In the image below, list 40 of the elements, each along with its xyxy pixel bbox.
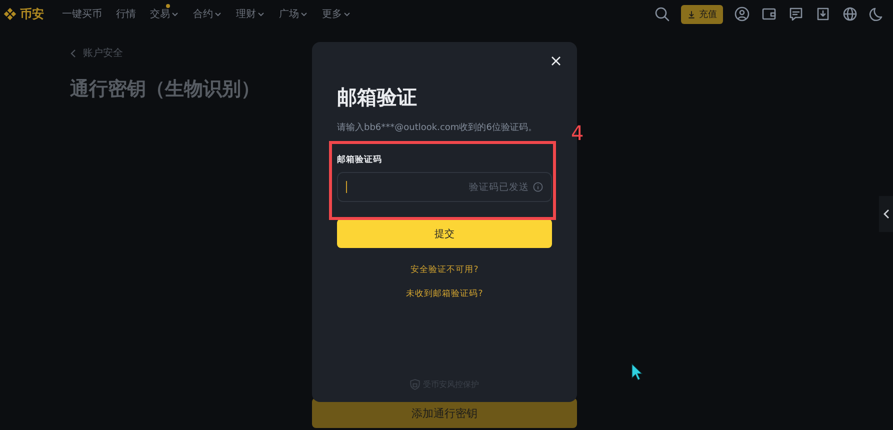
download-icon — [687, 10, 696, 18]
back-icon[interactable] — [70, 48, 77, 58]
deposit-button[interactable]: 充值 — [681, 4, 723, 24]
logo-icon[interactable] — [3, 7, 17, 21]
field-label: 邮箱验证码 — [337, 154, 383, 166]
submit-button[interactable]: 提交 — [337, 219, 552, 248]
info-icon[interactable] — [533, 182, 543, 192]
wallet-icon[interactable] — [761, 6, 777, 22]
user-icon[interactable] — [734, 6, 750, 22]
nav-item[interactable]: 广场 — [279, 7, 308, 21]
cursor-icon — [631, 363, 643, 381]
chevron-down-icon — [343, 10, 351, 18]
code-input-field[interactable]: 验证码已发送 — [337, 172, 552, 202]
chevron-down-icon — [300, 10, 308, 18]
nav-item[interactable]: 更多 — [322, 7, 351, 21]
annotation-number: 4 — [571, 121, 584, 145]
globe-icon[interactable] — [842, 6, 858, 22]
chevron-down-icon — [214, 10, 222, 18]
nav-item[interactable]: 行情 — [116, 7, 136, 21]
chevron-left-icon — [882, 209, 890, 219]
nav-item[interactable]: 合约 — [193, 7, 222, 21]
message-icon[interactable] — [788, 6, 804, 22]
side-tab[interactable] — [879, 196, 893, 232]
dialog-description: 请输入bb6***@outlook.com收到的6位验证码。 — [337, 122, 538, 134]
chevron-down-icon — [257, 10, 265, 18]
nav-item[interactable]: 一键买币 — [62, 7, 102, 21]
help-link[interactable]: 安全验证不可用? — [410, 264, 478, 276]
download-icon[interactable] — [815, 6, 831, 22]
nav-item[interactable]: 交易 — [150, 7, 179, 21]
help-link[interactable]: 未收到邮箱验证码? — [406, 288, 483, 300]
nav-item[interactable]: 理财 — [236, 7, 265, 21]
moon-icon[interactable] — [869, 6, 885, 22]
chevron-down-icon — [171, 10, 179, 18]
shield-icon — [410, 379, 420, 390]
page-title: 通行密钥（生物识别） — [70, 77, 260, 102]
dialog-title: 邮箱验证 — [337, 84, 418, 111]
close-icon[interactable] — [551, 56, 561, 66]
logo-text[interactable]: 币安 — [20, 6, 44, 22]
search-icon[interactable] — [654, 6, 670, 22]
breadcrumb-link[interactable]: 账户安全 — [83, 46, 123, 60]
